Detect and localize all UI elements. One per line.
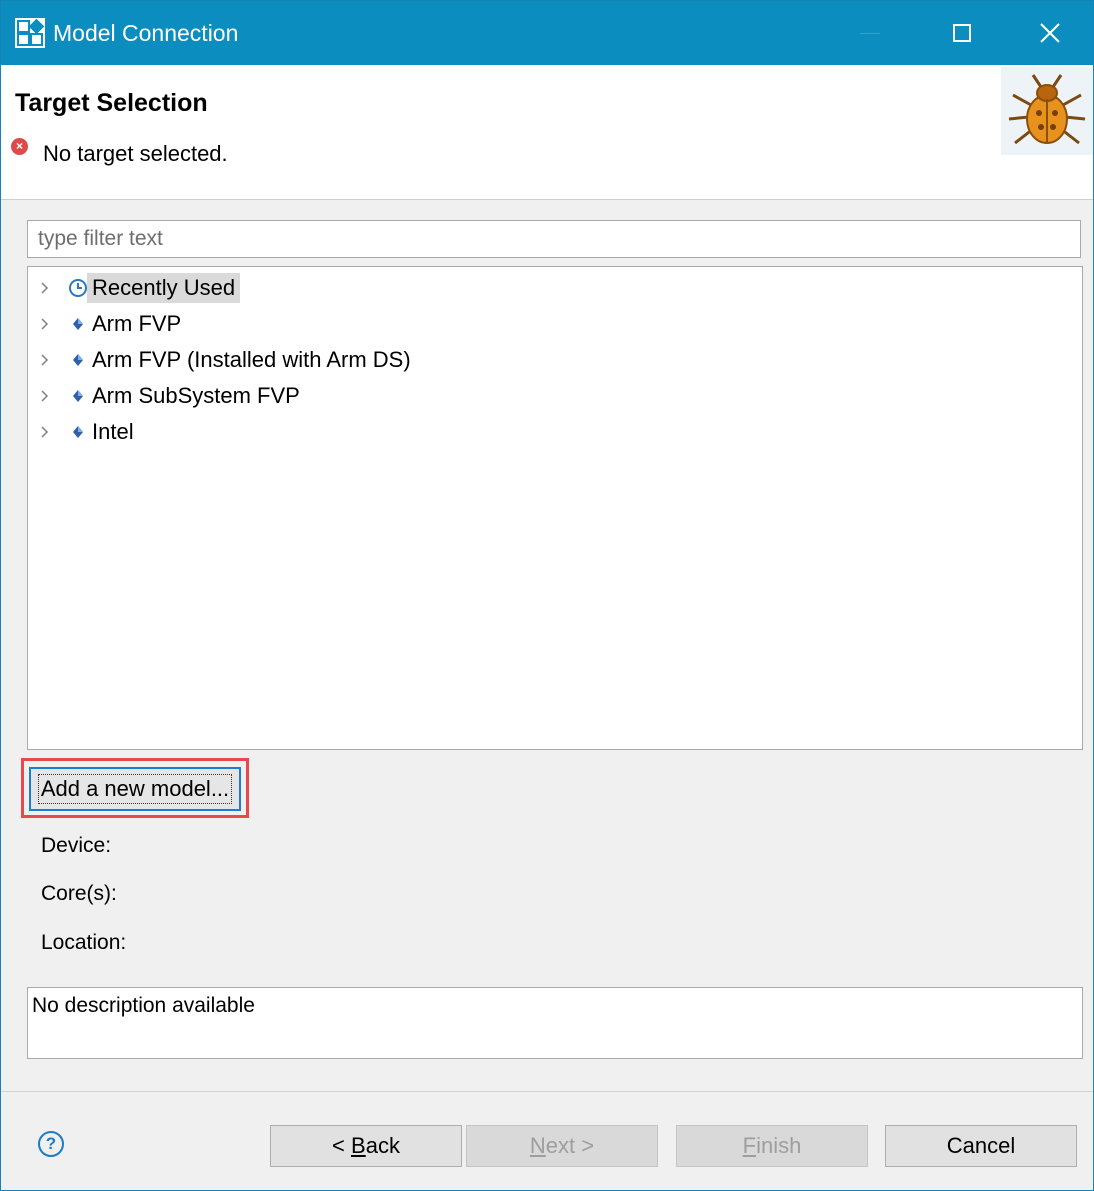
- title-bar[interactable]: Model Connection: [1, 1, 1093, 65]
- back-rest: ack: [365, 1133, 400, 1158]
- minimize-button[interactable]: [827, 1, 913, 65]
- diamond-icon: [73, 390, 83, 402]
- chevron-right-icon[interactable]: [38, 317, 52, 331]
- chevron-right-icon[interactable]: [38, 353, 52, 367]
- add-new-model-button[interactable]: Add a new model...: [29, 767, 241, 811]
- finish-button[interactable]: Finish: [676, 1125, 868, 1167]
- maximize-icon: [953, 24, 971, 42]
- error-message: No target selected.: [43, 141, 228, 166]
- model-connection-dialog: Model Connection Target Selection × No t…: [0, 0, 1094, 1191]
- tree-item-recently-used[interactable]: Recently Used: [28, 271, 1082, 305]
- minimize-icon: [860, 32, 880, 34]
- app-icon: [15, 18, 45, 48]
- diamond-icon: [73, 354, 83, 366]
- tree-item-label: Arm SubSystem FVP: [92, 383, 300, 408]
- next-rest: ext >: [545, 1133, 595, 1158]
- tree-item-arm-fvp-installed[interactable]: Arm FVP (Installed with Arm DS): [28, 343, 1082, 377]
- next-mnemonic: N: [529, 1133, 546, 1158]
- window-title: Model Connection: [53, 20, 239, 46]
- back-button[interactable]: < Back: [270, 1125, 462, 1167]
- chevron-right-icon[interactable]: [38, 281, 52, 295]
- chevron-right-icon[interactable]: [38, 425, 52, 439]
- cancel-button[interactable]: Cancel: [885, 1125, 1077, 1167]
- clock-icon: [69, 279, 87, 297]
- tree-item-arm-subsystem-fvp[interactable]: Arm SubSystem FVP: [28, 379, 1082, 413]
- tree-item-label: Recently Used: [87, 273, 241, 303]
- page-title: Target Selection: [15, 89, 208, 117]
- bug-icon: [1001, 67, 1093, 155]
- maximize-button[interactable]: [919, 1, 1005, 65]
- close-icon: [1040, 23, 1060, 43]
- close-button[interactable]: [1007, 1, 1093, 65]
- chevron-right-icon[interactable]: [38, 389, 52, 403]
- finish-rest: inish: [756, 1133, 802, 1158]
- diamond-icon: [73, 318, 83, 330]
- footer-divider: [1, 1091, 1093, 1092]
- back-prefix: <: [332, 1133, 352, 1158]
- finish-mnemonic: F: [742, 1133, 757, 1158]
- description-box: No description available: [27, 987, 1083, 1059]
- cores-label: Core(s):: [41, 882, 117, 905]
- add-new-model-label: Add a new model...: [37, 774, 233, 804]
- tree-item-label: Arm FVP: [92, 311, 182, 336]
- back-mnemonic: B: [351, 1133, 366, 1158]
- target-tree[interactable]: Recently Used Arm FVP Arm FVP (Installed…: [27, 266, 1083, 750]
- diamond-icon: [73, 426, 83, 438]
- location-label: Location:: [41, 931, 127, 954]
- device-label: Device:: [41, 834, 112, 857]
- next-button[interactable]: Next >: [466, 1125, 658, 1167]
- help-icon[interactable]: ?: [38, 1131, 64, 1157]
- filter-input[interactable]: [27, 220, 1081, 258]
- wizard-header: Target Selection × No target selected.: [1, 65, 1093, 200]
- error-icon: ×: [11, 138, 28, 155]
- tree-item-arm-fvp[interactable]: Arm FVP: [28, 307, 1082, 341]
- tree-item-label: Intel: [92, 419, 134, 444]
- tree-item-intel[interactable]: Intel: [28, 415, 1082, 449]
- description-text: No description available: [32, 994, 255, 1017]
- tree-item-label: Arm FVP (Installed with Arm DS): [92, 347, 411, 372]
